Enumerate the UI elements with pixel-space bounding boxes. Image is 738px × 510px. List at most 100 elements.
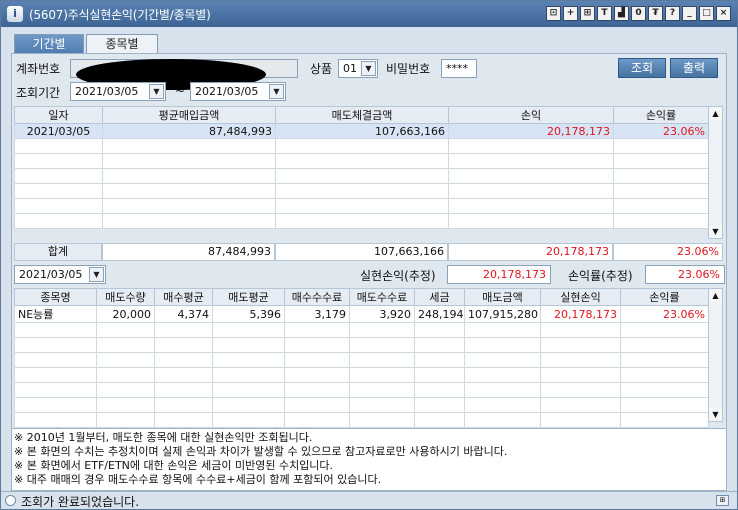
cell-buy-avg: 4,374 [154,305,213,323]
table-row[interactable] [14,153,709,169]
table-row[interactable] [14,397,709,413]
help-icon[interactable]: ? [665,6,680,21]
print-button[interactable]: 출력 [670,58,718,78]
account-label: 계좌번호 [16,62,61,76]
status-icon [5,495,16,506]
chevron-down-icon[interactable]: ▼ [89,267,104,282]
realized-rate-value: 23.06% [645,265,725,284]
screen-icon[interactable]: ⊞ [580,6,595,21]
column-header[interactable]: 매도수량 [96,288,155,306]
total-sell-amount: 107,663,166 [275,243,448,261]
cell-rate: 23.06% [620,305,709,323]
table-row[interactable] [14,352,709,368]
chevron-down-icon[interactable]: ▼ [361,61,376,76]
date-to-select[interactable]: 2021/03/05 ▼ [190,82,286,101]
close-icon[interactable]: × [716,6,731,21]
date-from-select[interactable]: 2021/03/05 ▼ [70,82,166,101]
column-header[interactable]: 매도평균 [212,288,285,306]
link-icon[interactable]: ⊡ [546,6,561,21]
table-row[interactable] [14,198,709,214]
column-header[interactable]: 매도체결금액 [275,106,449,124]
scroll-up-icon[interactable]: ▲ [709,107,722,120]
cell-sell-avg: 5,396 [212,305,285,323]
pin-icon[interactable]: ₮ [648,6,663,21]
content-panel: 계좌번호 상품 01 ▼ 비밀번호 **** 조회 출력 조회기간 2021/0… [11,53,727,491]
zero-icon[interactable]: 0 [631,6,646,21]
product-label: 상품 [310,62,333,76]
cell-stock-name: NE능률 [14,305,97,323]
cell-sell-qty: 20,000 [96,305,155,323]
cell-tax: 248,194 [414,305,465,323]
cell-date: 2021/03/05 [14,123,103,139]
note-line: ※ 대주 매매의 경우 매도수수료 항목에 수수료+세금이 함께 포함되어 있습… [14,473,382,486]
column-header[interactable]: 평균매입금액 [102,106,276,124]
realized-rate-label: 손익률(추정) [568,269,633,283]
date-to-value: 2021/03/05 [195,85,259,98]
period-table: 일자 평균매입금액 매도체결금액 손익 손익률 2021/03/05 87,48… [14,106,709,229]
table-row[interactable] [14,168,709,184]
cell-avg-buy: 87,484,993 [102,123,276,139]
resize-grip-icon[interactable]: ⊞ [716,495,729,506]
total-rate: 23.06% [613,243,723,261]
tab-bar: 기간별 종목별 [14,34,160,54]
period-table-scrollbar[interactable]: ▲ ▼ [708,106,723,239]
scroll-up-icon[interactable]: ▲ [709,289,722,302]
column-header[interactable]: 매수수수료 [284,288,350,306]
column-header[interactable]: 손익률 [620,288,709,306]
column-header[interactable]: 손익률 [613,106,709,124]
table-row[interactable] [14,412,709,428]
table-row[interactable] [14,322,709,338]
column-header[interactable]: 세금 [414,288,465,306]
status-bar: 조회가 완료되었습니다. ⊞ [1,491,737,509]
query-button[interactable]: 조회 [618,58,666,78]
note-line: ※ 본 화면에서 ETF/ETN에 대한 손익은 세금이 미반영된 수치입니다. [14,459,334,472]
minimize-icon[interactable]: _ [682,6,697,21]
table-row[interactable] [14,367,709,383]
add-icon[interactable]: + [563,6,578,21]
table-row[interactable] [14,138,709,154]
tab-period[interactable]: 기간별 [14,34,84,54]
column-header[interactable]: 손익 [448,106,614,124]
column-header[interactable]: 일자 [14,106,103,124]
title-bar[interactable]: i (5607)주식실현손익(기간별/종목별) ⊡ + ⊞ T ▟ 0 ₮ ? … [1,1,737,27]
column-header[interactable]: 종목명 [14,288,97,306]
status-message: 조회가 완료되었습니다. [21,495,140,509]
window-title: (5607)주식실현손익(기간별/종목별) [29,8,211,22]
stock-table: 종목명 매도수량 매수평균 매도평균 매수수수료 매도수수료 세금 매도금액 실… [14,288,709,428]
column-header[interactable]: 실현손익 [540,288,621,306]
text-icon[interactable]: T [597,6,612,21]
scroll-down-icon[interactable]: ▼ [709,408,722,421]
column-header[interactable]: 매도금액 [464,288,541,306]
tab-stock[interactable]: 종목별 [86,34,158,54]
scroll-down-icon[interactable]: ▼ [709,225,722,238]
tilde-separator: ~ [175,84,186,98]
table-row[interactable] [14,213,709,229]
table-row[interactable] [14,382,709,398]
column-header[interactable]: 매도수수료 [349,288,415,306]
total-label: 합계 [14,243,102,261]
stock-table-scrollbar[interactable]: ▲ ▼ [708,288,723,422]
table-row[interactable] [14,337,709,353]
cell-realized-pl: 20,178,173 [540,305,621,323]
total-avg-buy: 87,484,993 [102,243,275,261]
cell-sell-fee: 3,920 [349,305,415,323]
cell-profit: 20,178,173 [448,123,614,139]
chart-icon[interactable]: ▟ [614,6,629,21]
product-value: 01 [343,62,357,75]
table-row[interactable] [14,183,709,199]
chevron-down-icon[interactable]: ▼ [149,84,164,99]
maximize-icon[interactable]: □ [699,6,714,21]
note-line: ※ 2010년 1월부터, 매도한 종목에 대한 실현손익만 조회됩니다. [14,431,313,444]
title-buttons: ⊡ + ⊞ T ▟ 0 ₮ ? _ □ × [546,6,731,21]
period-label: 조회기간 [16,86,61,100]
realized-date-select[interactable]: 2021/03/05 ▼ [14,265,106,284]
column-header[interactable]: 매수평균 [154,288,213,306]
cell-buy-fee: 3,179 [284,305,350,323]
table-row[interactable]: NE능률 20,000 4,374 5,396 3,179 3,920 248,… [14,305,709,323]
period-table-header: 일자 평균매입금액 매도체결금액 손익 손익률 [14,106,709,124]
password-field[interactable]: **** [441,59,477,78]
table-row[interactable]: 2021/03/05 87,484,993 107,663,166 20,178… [14,123,709,139]
product-select[interactable]: 01 ▼ [338,59,378,78]
chevron-down-icon[interactable]: ▼ [269,84,284,99]
realized-pl-value: 20,178,173 [447,265,551,284]
